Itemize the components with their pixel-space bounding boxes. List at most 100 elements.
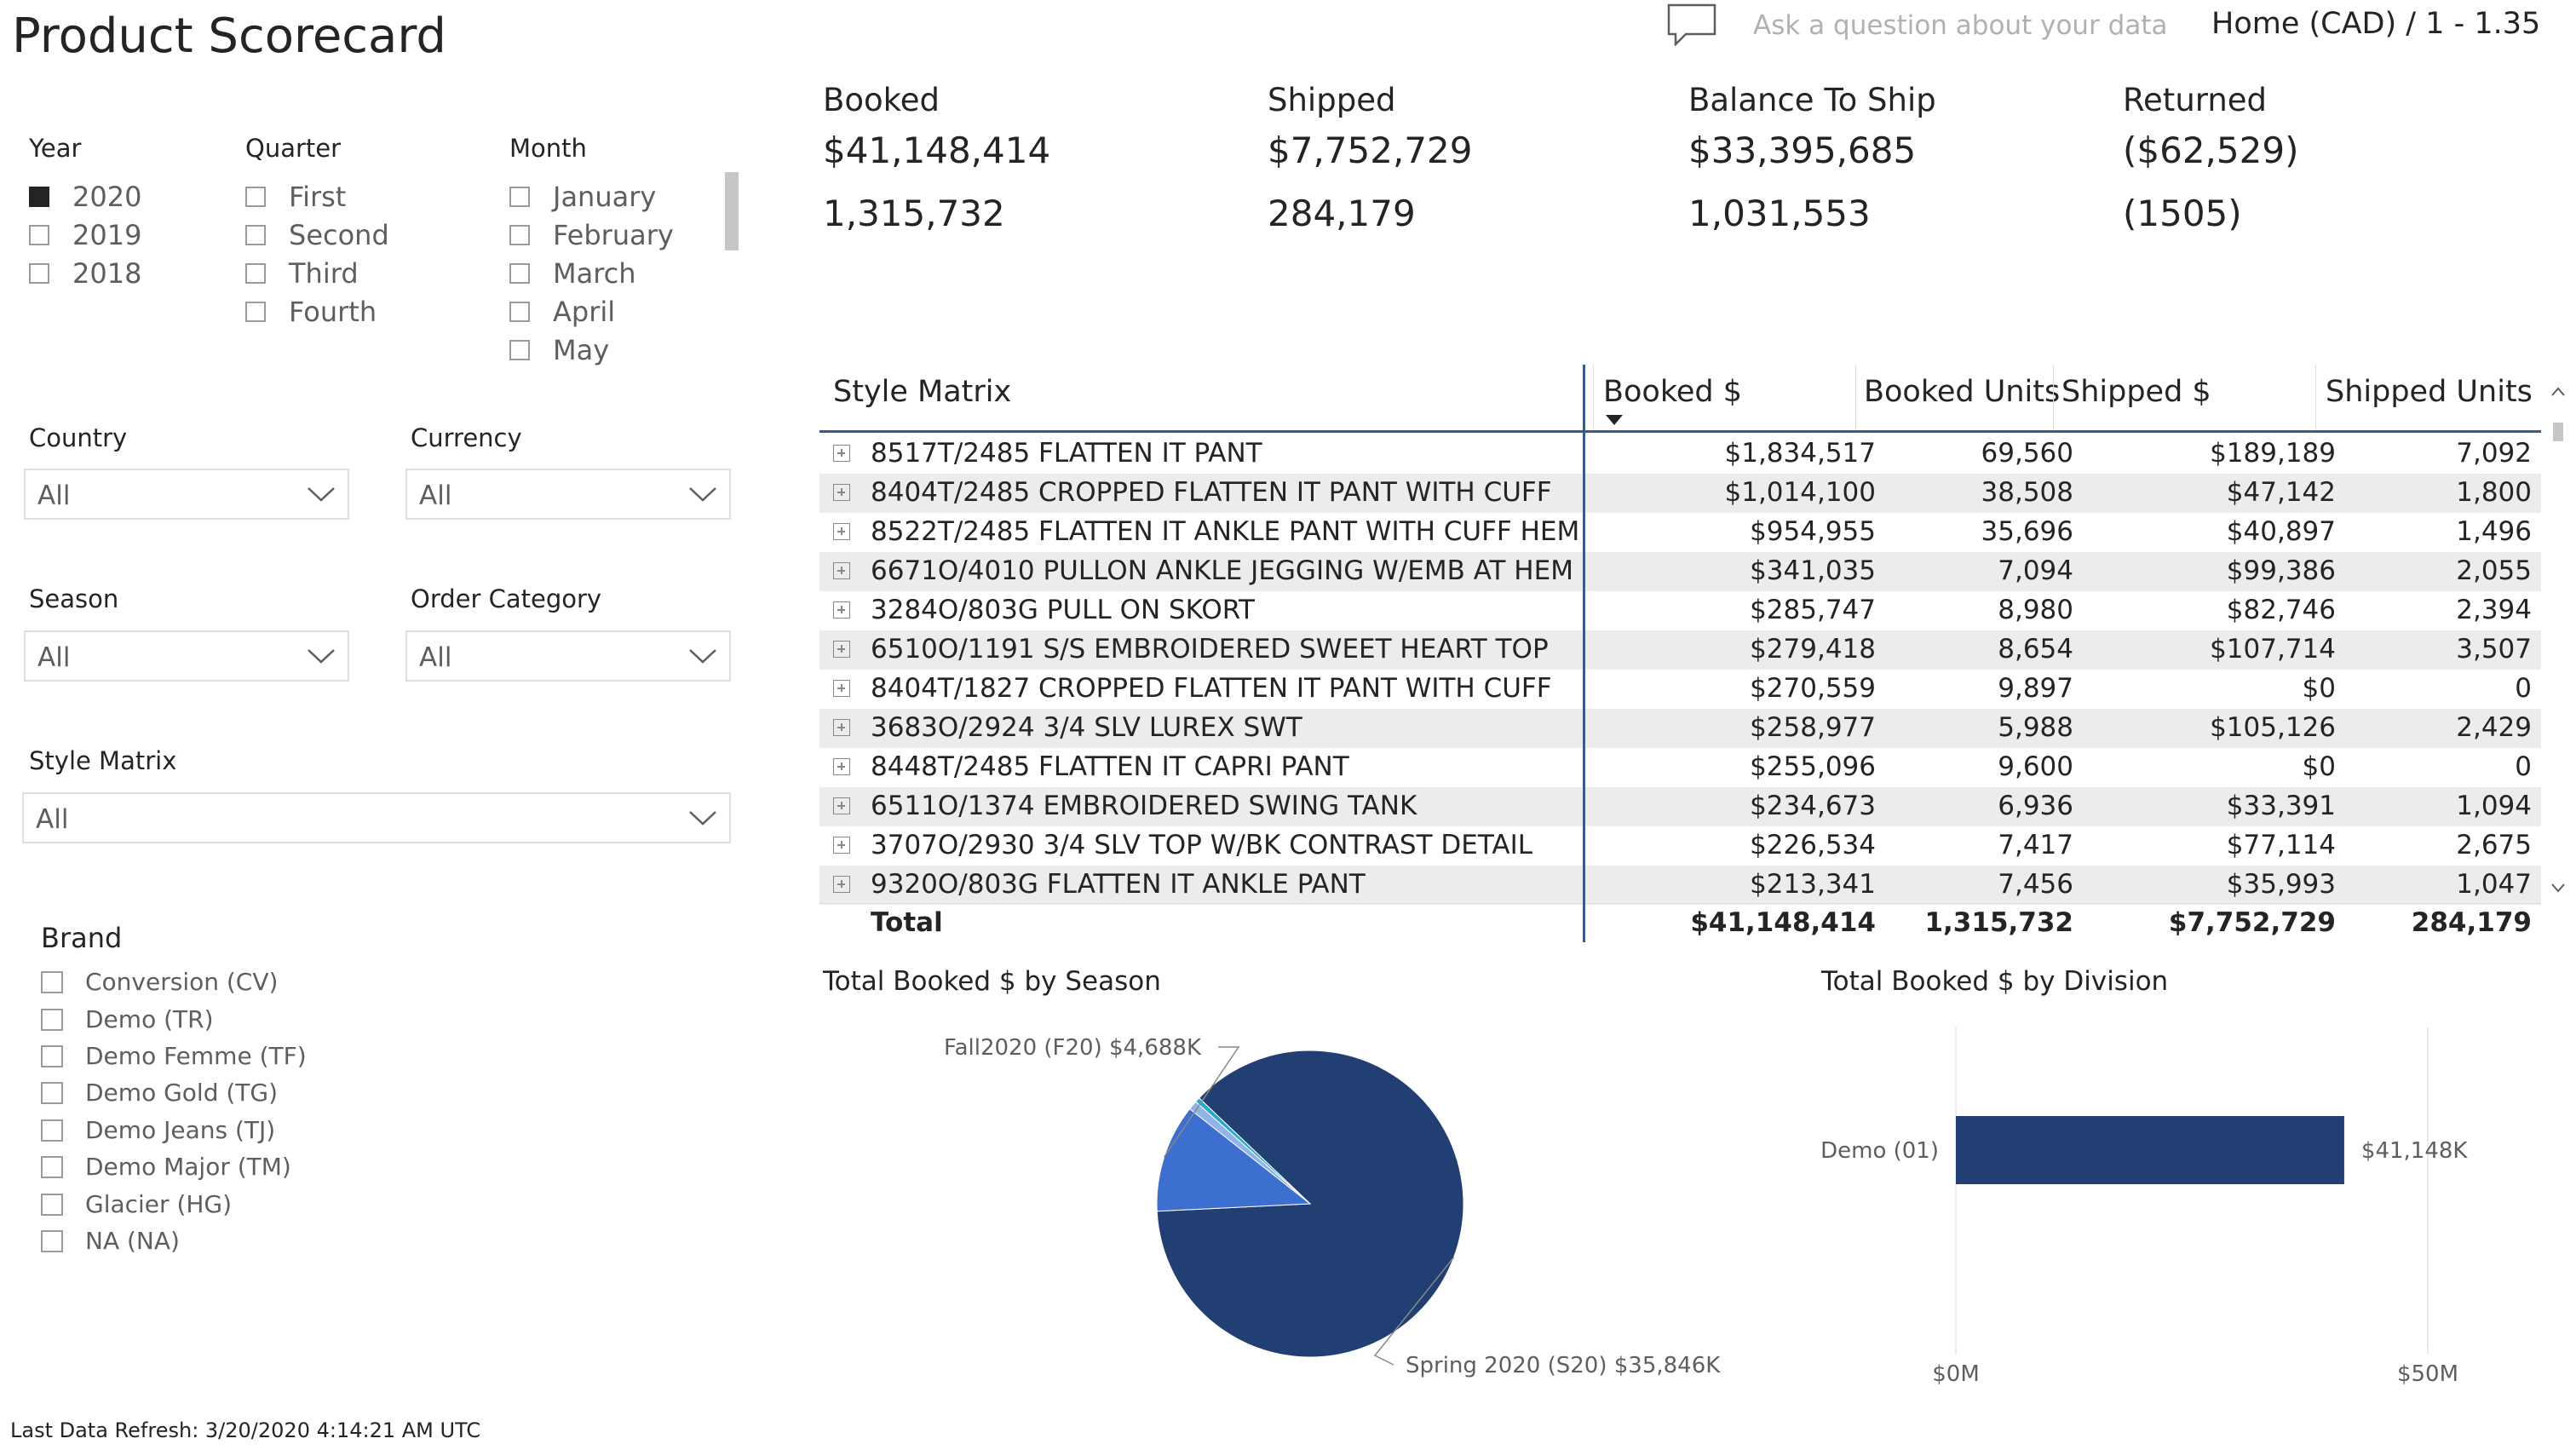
- checkbox-icon: [41, 1044, 63, 1067]
- year-option-2020[interactable]: 2020: [29, 181, 141, 213]
- speech-bubble-icon[interactable]: [1665, 2, 1718, 48]
- expand-plus-icon[interactable]: [833, 837, 850, 854]
- row-cell: 2,429: [2456, 712, 2532, 743]
- bar[interactable]: [1956, 1116, 2344, 1184]
- column-header-shipped-dollars[interactable]: Shipped $: [2061, 375, 2211, 409]
- country-slicer-title: Country: [29, 423, 128, 452]
- table-row[interactable]: 8404T/1827 CROPPED FLATTEN IT PANT WITH …: [819, 670, 2541, 709]
- table-total-row: Total $41,148,414 1,315,732 $7,752,729 2…: [819, 903, 2541, 943]
- row-cell: $107,714: [2210, 634, 2336, 665]
- row-cell: 1,800: [2456, 477, 2532, 508]
- expand-plus-icon[interactable]: [833, 758, 850, 775]
- qa-input[interactable]: Ask a question about your data: [1753, 10, 2167, 41]
- brand-option-tj[interactable]: Demo Jeans (TJ): [41, 1116, 275, 1144]
- month-option-february[interactable]: February: [509, 219, 674, 251]
- currency-dropdown[interactable]: All: [405, 469, 731, 520]
- row-cell: 69,560: [1981, 438, 2073, 469]
- kpi-balance-label: Balance To Ship: [1688, 82, 1936, 118]
- season-pie-chart[interactable]: Fall2020 (F20) $4,688K Spring 2020 (S20) …: [818, 1005, 1755, 1397]
- checkbox-icon: [41, 1008, 63, 1031]
- table-row[interactable]: 8404T/2485 CROPPED FLATTEN IT PANT WITH …: [819, 474, 2541, 513]
- table-row[interactable]: 8517T/2485 FLATTEN IT PANT $1,834,517 69,5…: [819, 434, 2541, 474]
- row-cell: $255,096: [1750, 751, 1876, 782]
- season-slicer-title: Season: [29, 584, 119, 613]
- brand-option-tf[interactable]: Demo Femme (TF): [41, 1042, 307, 1070]
- row-cell: 9,897: [1998, 673, 2073, 704]
- month-option-march[interactable]: March: [509, 257, 636, 290]
- month-option-january[interactable]: January: [509, 181, 656, 213]
- row-cell: $105,126: [2210, 712, 2336, 743]
- checkbox-icon: [509, 187, 530, 207]
- checkbox-icon: [245, 302, 266, 322]
- sort-desc-icon: [1606, 415, 1623, 425]
- brand-option-na[interactable]: NA (NA): [41, 1227, 180, 1255]
- kpi-shipped-label: Shipped: [1268, 82, 1396, 118]
- row-style-name: 8522T/2485 FLATTEN IT ANKLE PANT WITH CU…: [871, 516, 1580, 547]
- row-cell: $189,189: [2210, 438, 2336, 469]
- column-header-style-matrix[interactable]: Style Matrix: [833, 375, 1011, 409]
- style-matrix-slicer-title: Style Matrix: [29, 746, 177, 775]
- row-cell: $47,142: [2226, 477, 2336, 508]
- table-row[interactable]: 3284O/803G PULL ON SKORT $285,747 8,980 $82…: [819, 591, 2541, 630]
- kpi-balance-units: 1,031,553: [1688, 193, 1871, 234]
- season-dropdown[interactable]: All: [24, 630, 349, 682]
- year-option-2019[interactable]: 2019: [29, 219, 141, 251]
- row-cell: 1,496: [2456, 516, 2532, 547]
- row-style-name: 3707O/2930 3/4 SLV TOP W/BK CONTRAST DET…: [871, 830, 1532, 860]
- table-row[interactable]: 6511O/1374 EMBROIDERED SWING TANK $234,67…: [819, 787, 2541, 826]
- kpi-shipped-amount: $7,752,729: [1268, 129, 1473, 171]
- row-cell: $954,955: [1750, 516, 1876, 547]
- style-matrix-dropdown[interactable]: All: [22, 792, 731, 843]
- quarter-option-second[interactable]: Second: [245, 219, 389, 251]
- column-header-shipped-units[interactable]: Shipped Units: [2326, 375, 2533, 409]
- brand-option-cv[interactable]: Conversion (CV): [41, 968, 278, 996]
- column-header-booked-dollars[interactable]: Booked $: [1603, 375, 1742, 409]
- expand-plus-icon[interactable]: [833, 876, 850, 893]
- expand-plus-icon[interactable]: [833, 601, 850, 619]
- table-row[interactable]: 3707O/2930 3/4 SLV TOP W/BK CONTRAST DET…: [819, 826, 2541, 866]
- expand-plus-icon[interactable]: [833, 445, 850, 462]
- table-row[interactable]: 8522T/2485 FLATTEN IT ANKLE PANT WITH CU…: [819, 513, 2541, 552]
- quarter-option-fourth[interactable]: Fourth: [245, 296, 377, 328]
- expand-plus-icon[interactable]: [833, 641, 850, 658]
- row-cell: 5,988: [1998, 712, 2073, 743]
- checkbox-icon: [509, 263, 530, 284]
- row-cell: $0: [2302, 673, 2336, 704]
- table-row[interactable]: 6671O/4010 PULLON ANKLE JEGGING W/EMB AT…: [819, 552, 2541, 591]
- table-scrollbar[interactable]: [2547, 365, 2569, 910]
- month-option-april[interactable]: April: [509, 296, 615, 328]
- checkbox-icon: [41, 1193, 63, 1216]
- expand-plus-icon[interactable]: [833, 797, 850, 814]
- quarter-slicer-title: Quarter: [245, 134, 342, 163]
- table-row[interactable]: 6510O/1191 S/S EMBROIDERED SWEET HEART T…: [819, 630, 2541, 670]
- order-category-dropdown[interactable]: All: [405, 630, 731, 682]
- quarter-option-first[interactable]: First: [245, 181, 346, 213]
- quarter-option-third[interactable]: Third: [245, 257, 359, 290]
- row-cell: 1,094: [2456, 791, 2532, 821]
- brand-option-tr[interactable]: Demo (TR): [41, 1005, 214, 1033]
- division-bar-chart[interactable]: Demo (01) $41,148K $0M $50M: [1806, 1014, 2539, 1406]
- expand-plus-icon[interactable]: [833, 484, 850, 501]
- column-header-booked-units[interactable]: Booked Units: [1864, 375, 2060, 409]
- brand-option-tg[interactable]: Demo Gold (TG): [41, 1079, 278, 1107]
- table-row[interactable]: 9320O/803G FLATTEN IT ANKLE PANT $213,341…: [819, 866, 2541, 905]
- month-scrollbar[interactable]: [725, 172, 739, 250]
- country-dropdown[interactable]: All: [24, 469, 349, 520]
- expand-plus-icon[interactable]: [833, 680, 850, 697]
- expand-plus-icon[interactable]: [833, 562, 850, 579]
- brand-option-hg[interactable]: Glacier (HG): [41, 1190, 232, 1218]
- year-option-2018[interactable]: 2018: [29, 257, 141, 290]
- table-row[interactable]: 8448T/2485 FLATTEN IT CAPRI PANT $255,096…: [819, 748, 2541, 787]
- expand-plus-icon[interactable]: [833, 523, 850, 540]
- row-cell: 8,654: [1998, 634, 2073, 665]
- year-slicer-title: Year: [29, 134, 82, 163]
- expand-plus-icon[interactable]: [833, 719, 850, 736]
- row-cell: 7,092: [2456, 438, 2532, 469]
- checkbox-icon: [41, 1119, 63, 1142]
- table-row[interactable]: 3683O/2924 3/4 SLV LUREX SWT $258,977 5,98…: [819, 709, 2541, 748]
- brand-option-tm[interactable]: Demo Major (TM): [41, 1153, 291, 1181]
- frozen-column-divider: [1583, 365, 1585, 942]
- checkbox-icon: [509, 302, 530, 322]
- row-style-name: 3683O/2924 3/4 SLV LUREX SWT: [871, 712, 1302, 743]
- month-option-may[interactable]: May: [509, 334, 609, 366]
